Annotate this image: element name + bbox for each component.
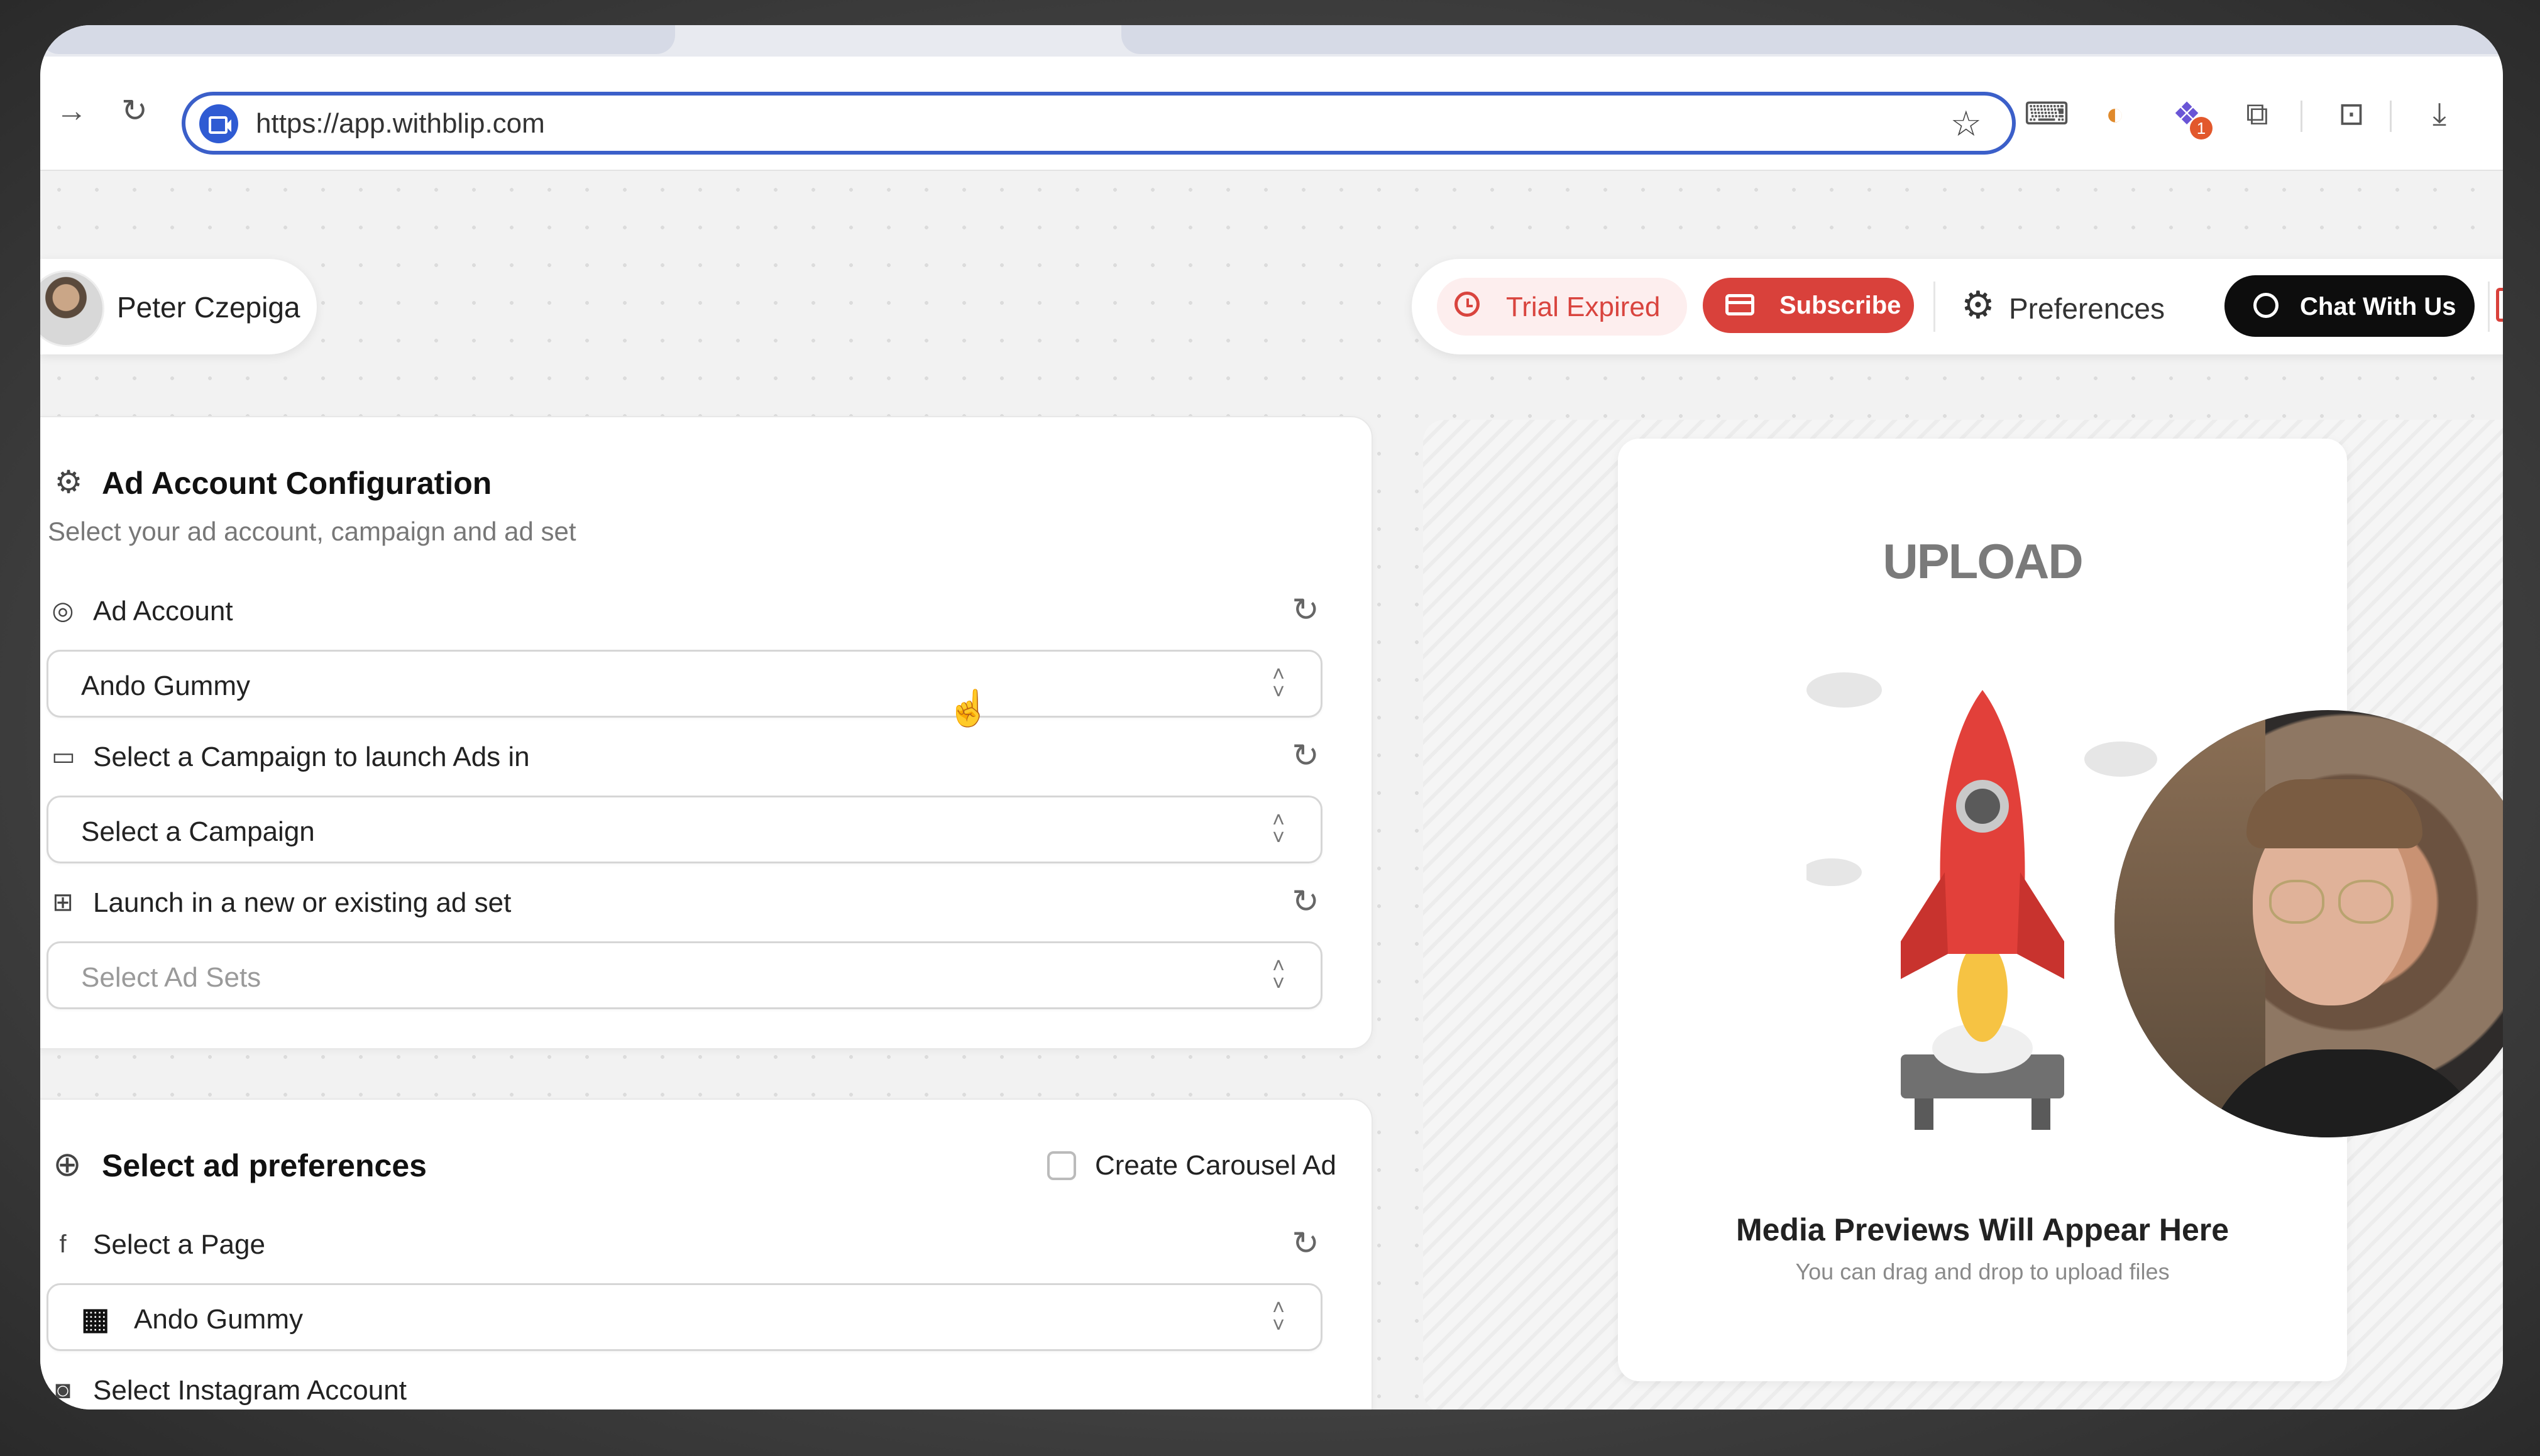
- toolbar-divider: [2301, 101, 2302, 132]
- url-text[interactable]: https://app.withblip.com: [256, 107, 545, 141]
- background-wall: [2114, 710, 2265, 1137]
- refresh-page-icon[interactable]: ↻: [1290, 1227, 1321, 1260]
- ad-account-select[interactable]: Ando Gummy ˄ ˅: [47, 650, 1322, 718]
- ad-account-label: Ad Account: [93, 596, 233, 627]
- logout-icon[interactable]: [2496, 288, 2503, 322]
- chat-label: Chat With Us: [2300, 293, 2456, 320]
- plus-circle-icon: ⊕: [53, 1146, 82, 1183]
- rocket-illustration: [1806, 672, 2157, 1130]
- glasses-lens: [2338, 880, 2394, 924]
- screen: → ↻ https://app.withblip.com ☆ ⌨ ◐ ❖ 1 ⧉ …: [40, 25, 2503, 1409]
- trial-label: Trial Expired: [1506, 292, 1661, 322]
- refresh-ad-account-icon[interactable]: ↻: [1290, 594, 1321, 627]
- avatar: [40, 270, 104, 347]
- campaign-label: Select a Campaign to launch Ads in: [93, 742, 530, 772]
- refresh-adset-icon[interactable]: ↻: [1290, 885, 1321, 918]
- preferences-button[interactable]: ⚙ Preferences: [1961, 278, 2175, 334]
- browser-tab[interactable]: [40, 25, 675, 54]
- extensions-puzzle-icon[interactable]: ⧉: [2235, 92, 2279, 136]
- extension-badge: 1: [2190, 117, 2213, 140]
- gear-icon: ⚙: [1961, 284, 1995, 326]
- chevron-up-down-icon: ˄ ˅: [1272, 662, 1285, 704]
- download-icon[interactable]: ⤓: [2417, 92, 2461, 136]
- trial-expired-badge[interactable]: Trial Expired: [1437, 278, 1687, 336]
- page-label: Select a Page: [93, 1229, 265, 1260]
- presenter-hair: [2246, 779, 2422, 848]
- reload-icon[interactable]: ↻: [116, 92, 153, 129]
- header-divider: [1933, 282, 1935, 332]
- upload-logo: UPLOAD: [1883, 534, 2083, 589]
- user-profile[interactable]: Peter Czepiga: [40, 259, 317, 354]
- chat-with-us-button[interactable]: Chat With Us: [2224, 275, 2475, 337]
- folder-icon: ▭: [52, 743, 75, 770]
- code-extension-icon[interactable]: ⌨: [2024, 92, 2069, 136]
- instagram-icon: ◙: [55, 1376, 71, 1404]
- refresh-campaign-icon[interactable]: ↻: [1290, 740, 1321, 772]
- section-title: Select ad preferences: [102, 1148, 427, 1183]
- browser-tab[interactable]: [1121, 25, 2503, 54]
- user-circle-icon: ◎: [52, 597, 74, 625]
- orange-extension-icon[interactable]: ◐: [2093, 92, 2137, 136]
- ad-account-value: Ando Gummy: [81, 671, 250, 701]
- carousel-checkbox[interactable]: [1047, 1151, 1076, 1180]
- chat-bubble-icon: [2253, 293, 2279, 318]
- section-title: Ad Account Configuration: [102, 466, 492, 501]
- page-value: Ando Gummy: [134, 1304, 303, 1335]
- webcam-overlay: [2114, 710, 2503, 1137]
- adset-select[interactable]: Select Ad Sets ˄ ˅: [47, 941, 1322, 1009]
- campaign-value: Select a Campaign: [81, 816, 315, 847]
- adset-label: Launch in a new or existing ad set: [93, 887, 512, 918]
- header-divider: [2488, 282, 2490, 332]
- address-bar[interactable]: https://app.withblip.com ☆: [182, 92, 2016, 155]
- forward-icon[interactable]: →: [53, 92, 91, 129]
- user-name: Peter Czepiga: [117, 291, 300, 324]
- bookmark-star-icon[interactable]: ☆: [1950, 104, 1982, 143]
- preview-title: Media Previews Will Appear Here: [1735, 1212, 2229, 1247]
- adset-placeholder: Select Ad Sets: [81, 962, 261, 993]
- page-select[interactable]: ▦ Ando Gummy ˄ ˅: [47, 1283, 1322, 1351]
- grid-icon: ⊞: [52, 889, 74, 916]
- subscribe-button[interactable]: Subscribe: [1703, 278, 1914, 333]
- purple-extension-icon[interactable]: ❖ 1: [2165, 92, 2213, 140]
- browser-tab-strip: [40, 25, 2503, 57]
- hand-cursor-icon: ☝: [947, 688, 991, 728]
- chevron-up-down-icon: ˄ ˅: [1272, 808, 1285, 850]
- site-camera-icon[interactable]: [199, 104, 238, 143]
- glasses-lens: [2269, 880, 2324, 924]
- preview-subtitle: You can drag and drop to upload files: [1795, 1259, 2170, 1284]
- ad-account-config-card: ⚙ Ad Account Configuration Select your a…: [40, 416, 1373, 1049]
- header-actions: Trial Expired Subscribe ⚙ Preferences Ch…: [1412, 259, 2503, 354]
- toolbar-divider: [2390, 101, 2392, 132]
- facebook-icon: f: [59, 1230, 67, 1258]
- subscribe-label: Subscribe: [1779, 292, 1901, 319]
- chevron-up-down-icon: ˄ ˅: [1272, 1296, 1285, 1337]
- chevron-up-down-icon: ˄ ˅: [1272, 954, 1285, 995]
- preferences-label: Preferences: [2009, 292, 2165, 325]
- section-subtitle: Select your ad account, campaign and ad …: [48, 517, 576, 546]
- browser-toolbar: → ↻ https://app.withblip.com ☆ ⌨ ◐ ❖ 1 ⧉ …: [40, 57, 2503, 171]
- tab-search-icon[interactable]: ⊡: [2329, 92, 2373, 136]
- clock-icon: [1454, 292, 1480, 317]
- credit-card-icon: [1725, 294, 1754, 315]
- settings-gear-icon: ⚙: [54, 464, 83, 500]
- carousel-label[interactable]: Create Carousel Ad: [1095, 1150, 1336, 1181]
- campaign-select[interactable]: Select a Campaign ˄ ˅: [47, 796, 1322, 863]
- ad-preferences-card: ⊕ Select ad preferences Create Carousel …: [40, 1098, 1373, 1409]
- instagram-label: Select Instagram Account: [93, 1375, 407, 1406]
- page-logo-icon: ▦: [81, 1303, 110, 1336]
